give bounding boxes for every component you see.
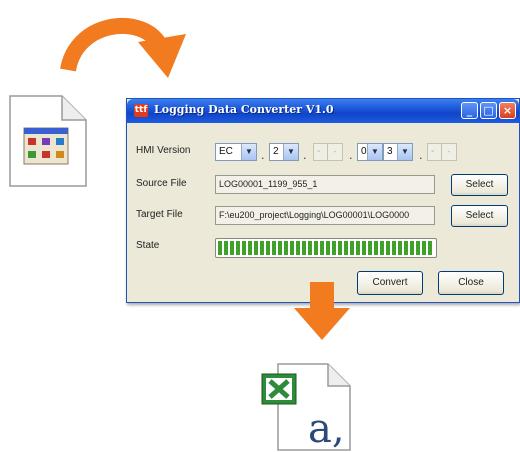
curved-arrow-icon <box>60 17 186 78</box>
hmi-select-5[interactable]: 0 ▼ <box>357 143 383 161</box>
chevron-down-icon: ▼ <box>283 144 298 160</box>
title-bar[interactable]: ttf Logging Data Converter V1.0 _ □ × <box>127 99 519 123</box>
excel-document-icon: a, <box>261 363 351 452</box>
progress-fill <box>218 241 434 255</box>
close-window-button[interactable]: × <box>499 102 516 119</box>
hmi-select-3[interactable]: -- <box>313 143 343 161</box>
hmi-select-1[interactable]: EC ▼ <box>215 143 257 161</box>
converter-window: ttf Logging Data Converter V1.0 _ □ × HM… <box>126 98 520 303</box>
down-arrow-icon <box>294 282 350 340</box>
source-select-button[interactable]: Select <box>451 174 508 196</box>
state-progress-bar <box>215 238 437 258</box>
app-icon: ttf <box>134 104 148 117</box>
close-button[interactable]: Close <box>438 271 504 295</box>
hmi-select-2[interactable]: 2 ▼ <box>269 143 299 161</box>
window-title: Logging Data Converter V1.0 <box>154 103 334 116</box>
source-file-label: Source File <box>136 178 187 189</box>
chevron-down-icon: - <box>327 144 342 160</box>
state-label: State <box>136 240 160 251</box>
chevron-down-icon: ▼ <box>367 144 382 160</box>
chevron-down-icon: ▼ <box>241 144 256 160</box>
target-select-button[interactable]: Select <box>451 205 508 227</box>
hmi-version-label: HMI Version <box>136 145 191 156</box>
hmi-select-6[interactable]: 3 ▼ <box>383 143 413 161</box>
chevron-down-icon: - <box>441 144 456 160</box>
convert-button[interactable]: Convert <box>357 271 423 295</box>
window-document-icon <box>9 95 87 187</box>
target-file-label: Target File <box>136 209 183 220</box>
target-file-input[interactable]: F:\eu200_project\Logging\LOG00001\LOG000… <box>215 206 435 225</box>
hmi-select-7[interactable]: -- <box>427 143 457 161</box>
maximize-button[interactable]: □ <box>480 102 497 119</box>
minimize-button[interactable]: _ <box>461 102 478 119</box>
excel-glyph: a, <box>308 406 345 452</box>
source-file-input[interactable]: LOG00001_1199_955_1 <box>215 175 435 194</box>
chevron-down-icon: ▼ <box>397 144 412 160</box>
